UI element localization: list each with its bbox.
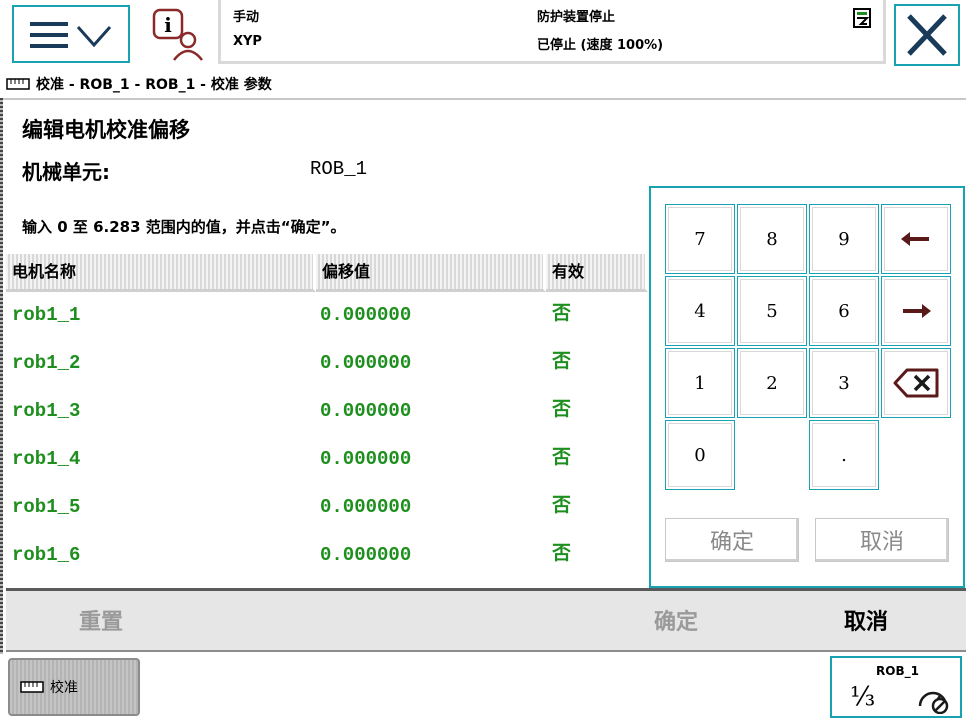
key-7[interactable]: 7 xyxy=(665,204,735,274)
breadcrumb: 校准 - ROB_1 - ROB_1 - 校准 参数 xyxy=(6,73,272,95)
valid-status[interactable]: 否 xyxy=(552,442,571,469)
offset-value[interactable]: 0.000000 xyxy=(320,544,411,566)
column-header-offset[interactable]: 偏移值 xyxy=(316,254,546,292)
menu-icon xyxy=(30,22,112,48)
table-row[interactable]: rob1_5 0.000000 否 xyxy=(6,484,648,532)
table-row[interactable]: rob1_2 0.000000 否 xyxy=(6,340,648,388)
key-0[interactable]: 0 xyxy=(665,420,735,490)
key-9[interactable]: 9 xyxy=(809,204,879,274)
backspace-icon xyxy=(893,368,939,398)
offset-value[interactable]: 0.000000 xyxy=(320,496,411,518)
offset-value[interactable]: 0.000000 xyxy=(320,400,411,422)
mechanical-unit-label: 机械单元: xyxy=(22,160,110,184)
chevron-down-icon xyxy=(76,26,112,48)
motor-name: rob1_1 xyxy=(12,304,81,326)
ok-button[interactable]: 确定 xyxy=(606,591,746,649)
speed-icon xyxy=(918,691,949,714)
key-decimal[interactable]: . xyxy=(809,420,879,490)
quickset-unit: ROB_1 xyxy=(876,664,919,678)
ruler-icon xyxy=(6,78,30,90)
motor-name: rob1_4 xyxy=(12,448,81,470)
table-row[interactable]: rob1_4 0.000000 否 xyxy=(6,436,648,484)
column-header-motor-name[interactable]: 电机名称 xyxy=(6,254,316,292)
mechanical-unit-value: ROB_1 xyxy=(310,158,368,180)
cancel-button[interactable]: 取消 xyxy=(796,591,936,649)
offset-value[interactable]: 0.000000 xyxy=(320,448,411,470)
quickset-button[interactable]: ROB_1 ⅓ xyxy=(830,656,962,718)
column-header-valid[interactable]: 有效 xyxy=(546,254,648,292)
svg-text:i: i xyxy=(164,13,172,37)
key-1[interactable]: 1 xyxy=(665,348,735,418)
taskbar: 校准 ROB_1 ⅓ xyxy=(0,654,966,720)
key-5[interactable]: 5 xyxy=(737,276,807,346)
keypad-ok-button[interactable]: 确定 xyxy=(665,518,799,562)
key-2[interactable]: 2 xyxy=(737,348,807,418)
table-row[interactable]: rob1_1 0.000000 否 xyxy=(6,292,648,340)
taskbar-calibration-label: 校准 xyxy=(50,680,78,696)
window-edge xyxy=(0,98,3,720)
divider xyxy=(0,98,966,100)
valid-status[interactable]: 否 xyxy=(552,394,571,421)
key-6[interactable]: 6 xyxy=(809,276,879,346)
offset-value[interactable]: 0.000000 xyxy=(320,352,411,374)
valid-status[interactable]: 否 xyxy=(552,346,571,373)
instruction-text: 输入 0 至 6.283 范围内的值，并点击“确定”。 xyxy=(22,218,346,236)
quickset-fraction: ⅓ xyxy=(850,682,876,712)
breadcrumb-text: 校准 - ROB_1 - ROB_1 - 校准 参数 xyxy=(36,77,272,93)
close-icon xyxy=(907,14,947,56)
keypad-cancel-button[interactable]: 取消 xyxy=(815,518,949,562)
ruler-icon xyxy=(20,681,44,693)
arrow-right-icon xyxy=(903,304,931,318)
key-3[interactable]: 3 xyxy=(809,348,879,418)
motor-name: rob1_5 xyxy=(12,496,81,518)
valid-status[interactable]: 否 xyxy=(552,538,571,565)
table-header: 电机名称 偏移值 有效 xyxy=(6,254,648,292)
table-row[interactable]: rob1_6 0.000000 否 xyxy=(6,532,648,580)
table-row[interactable]: rob1_3 0.000000 否 xyxy=(6,388,648,436)
main-menu-button[interactable] xyxy=(12,5,130,63)
document-icon xyxy=(853,8,871,28)
backspace-key[interactable] xyxy=(881,348,951,418)
key-4[interactable]: 4 xyxy=(665,276,735,346)
close-button[interactable] xyxy=(894,4,960,66)
valid-status[interactable]: 否 xyxy=(552,490,571,517)
offset-value[interactable]: 0.000000 xyxy=(320,304,411,326)
page-title: 编辑电机校准偏移 xyxy=(22,118,190,142)
motor-name: rob1_2 xyxy=(12,352,81,374)
status-panel[interactable]: 手动 XYP 防护装置停止 已停止 (速度 100%) xyxy=(218,0,886,64)
status-state: 已停止 (速度 100%) xyxy=(537,38,664,53)
action-bar: 重置 确定 取消 xyxy=(6,588,966,652)
key-8[interactable]: 8 xyxy=(737,204,807,274)
arrow-left-icon xyxy=(901,232,929,246)
reset-button[interactable]: 重置 xyxy=(6,591,196,649)
top-bar: i 手动 XYP 防护装置停止 已停止 (速度 100%) xyxy=(0,0,966,70)
status-safety: 防护装置停止 xyxy=(537,10,616,25)
status-system-name: XYP xyxy=(233,34,262,49)
arrow-left-key[interactable] xyxy=(881,204,951,274)
motor-name: rob1_6 xyxy=(12,544,81,566)
info-person-icon[interactable]: i xyxy=(150,6,210,64)
arrow-right-key[interactable] xyxy=(881,276,951,346)
taskbar-calibration[interactable]: 校准 xyxy=(8,658,140,716)
motor-offset-table: 电机名称 偏移值 有效 rob1_1 0.000000 否 rob1_2 0.0… xyxy=(6,254,648,580)
valid-status[interactable]: 否 xyxy=(552,298,571,325)
status-mode: 手动 xyxy=(233,10,260,25)
numeric-keypad: 7 8 9 4 5 6 1 2 3 0 . 确定 取消 xyxy=(649,186,965,588)
motor-name: rob1_3 xyxy=(12,400,81,422)
